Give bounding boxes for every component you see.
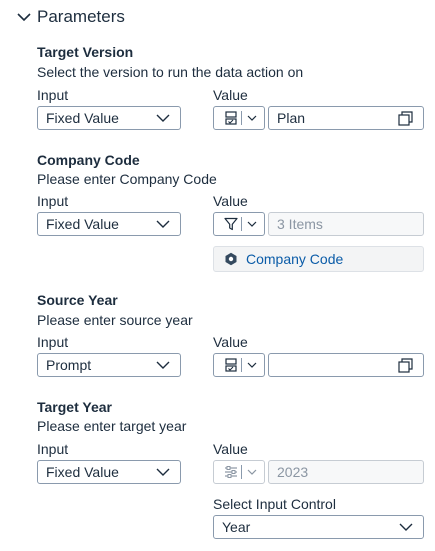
chevron-down-icon [247, 362, 257, 368]
input-label: Input [37, 441, 69, 457]
input-control-select[interactable]: Year [213, 515, 424, 539]
chevron-down-icon [156, 361, 170, 369]
input-type-select[interactable]: Fixed Value [37, 212, 181, 236]
input-control-value: Year [222, 519, 251, 535]
member-selector-icon [225, 358, 237, 372]
chevron-down-icon [247, 221, 257, 227]
input-label: Input [37, 87, 69, 103]
value-label: Value [213, 87, 248, 103]
dimension-icon [225, 252, 237, 266]
filter-icon [224, 217, 238, 231]
value-label: Value [213, 334, 248, 350]
chevron-down-icon [156, 114, 170, 122]
param-title-source-year: Source Year [37, 292, 118, 308]
input-type-select[interactable]: Fixed Value [37, 460, 181, 484]
divider [241, 465, 242, 479]
param-description: Select the version to run the data actio… [37, 64, 304, 80]
copy-icon[interactable] [398, 111, 413, 126]
value-type-button[interactable] [213, 106, 265, 130]
value-label: Value [213, 193, 248, 209]
chevron-down-icon [247, 115, 257, 121]
value-type-button[interactable] [213, 353, 265, 377]
copy-icon[interactable] [398, 358, 413, 373]
input-type-value: Fixed Value [46, 464, 119, 480]
chevron-down-icon [156, 220, 170, 228]
section-title: Parameters [37, 7, 125, 26]
param-description: Please enter Company Code [37, 171, 217, 187]
value-field[interactable] [268, 353, 424, 377]
chevron-down-icon [247, 469, 257, 475]
input-label: Input [37, 193, 69, 209]
value-label: Value [213, 441, 248, 457]
param-title-target-year: Target Year [37, 399, 112, 415]
divider [241, 358, 242, 372]
input-control-label: Select Input Control [213, 496, 336, 512]
member-selector-icon [225, 111, 237, 125]
chevron-down-icon[interactable] [16, 9, 32, 25]
divider [241, 111, 242, 125]
divider [241, 217, 242, 231]
param-description: Please enter target year [37, 418, 187, 434]
value-type-button[interactable] [213, 212, 265, 236]
chevron-down-icon [399, 523, 413, 531]
chevron-down-icon [156, 468, 170, 476]
input-control-icon [225, 466, 237, 478]
input-type-value: Prompt [46, 357, 92, 373]
input-type-value: Fixed Value [46, 216, 119, 232]
input-type-select[interactable]: Prompt [37, 353, 181, 377]
token-label: Company Code [246, 251, 344, 267]
param-description: Please enter source year [37, 312, 193, 328]
company-code-token[interactable]: Company Code [213, 246, 424, 272]
value-type-button[interactable] [213, 460, 265, 484]
input-type-select[interactable]: Fixed Value [37, 106, 181, 130]
param-title-company-code: Company Code [37, 152, 140, 168]
parameters-section-header[interactable]: Parameters [16, 4, 125, 30]
value-field[interactable]: Plan [268, 106, 424, 130]
value-text: 2023 [277, 464, 309, 480]
value-text: Plan [277, 110, 306, 126]
value-text: 3 Items [277, 216, 323, 232]
value-field: 2023 [268, 460, 424, 484]
param-title-target-version: Target Version [37, 44, 134, 60]
input-label: Input [37, 334, 69, 350]
value-field: 3 Items [268, 212, 424, 236]
input-type-value: Fixed Value [46, 110, 119, 126]
